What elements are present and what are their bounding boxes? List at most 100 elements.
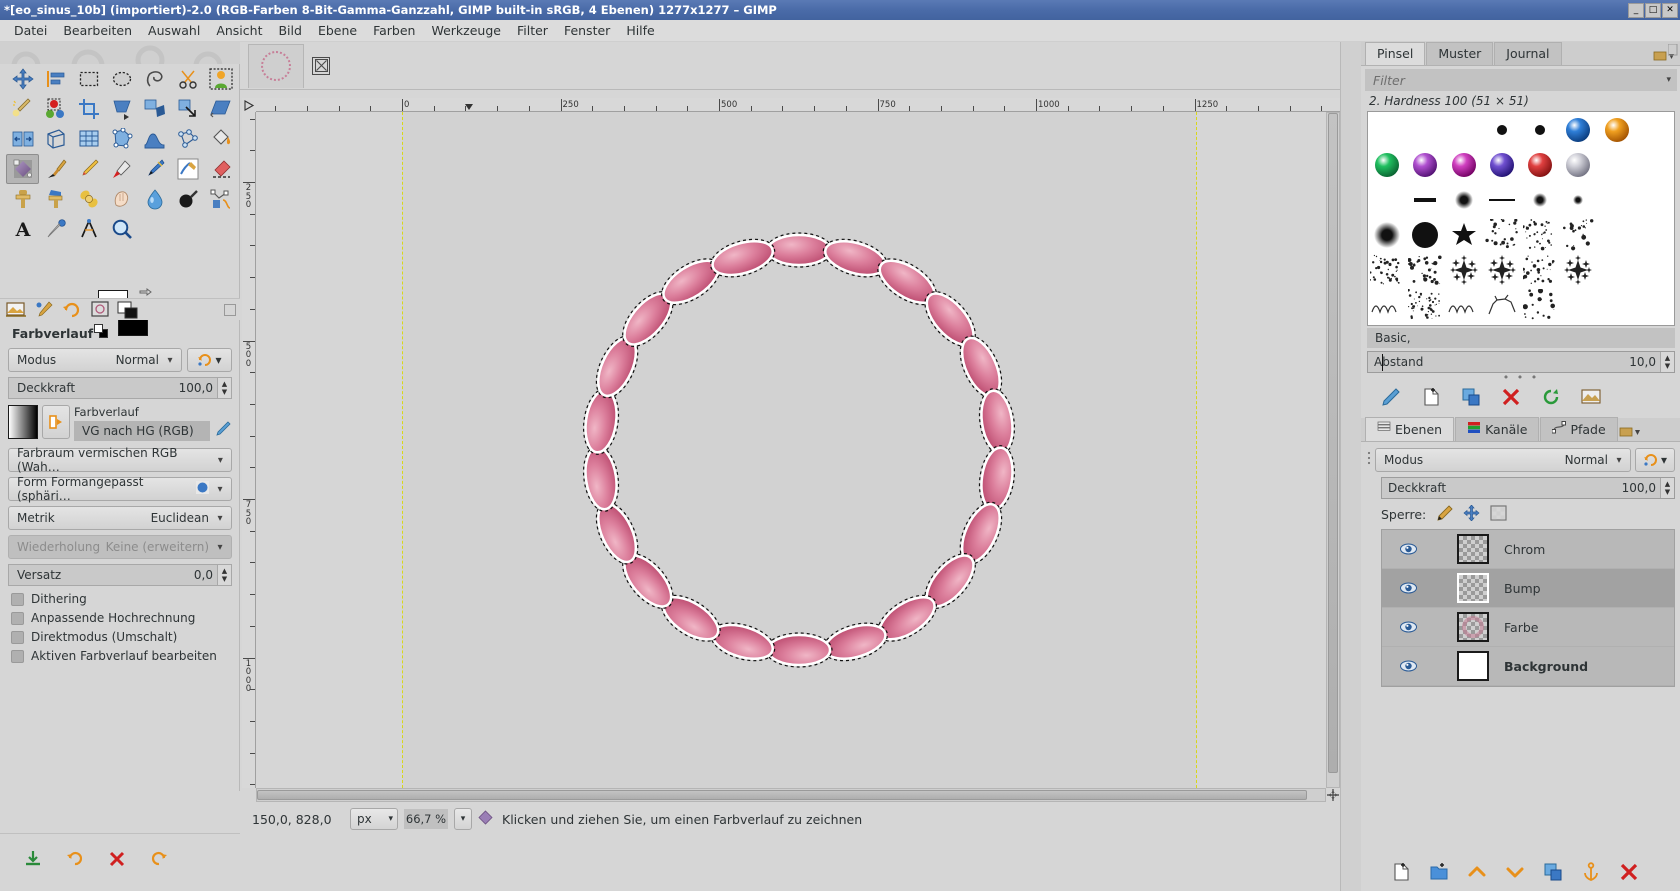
gradient-preview[interactable] (8, 405, 38, 439)
tool-options-grip[interactable] (224, 304, 236, 316)
delete-brush-button[interactable] (1501, 387, 1521, 410)
unit-combo[interactable]: px ▾ (350, 808, 398, 830)
close-image-icon[interactable] (312, 57, 330, 75)
foreground-select-tool[interactable] (204, 64, 237, 94)
brush-cell[interactable] (1406, 147, 1444, 182)
brush-cell[interactable] (1559, 112, 1597, 147)
menu-farben[interactable]: Farben (365, 21, 423, 40)
visibility-icon[interactable] (1400, 660, 1417, 672)
brush-cell[interactable] (1598, 112, 1636, 147)
brush-cell[interactable] (1598, 287, 1636, 322)
shear-tool[interactable] (204, 94, 237, 124)
crop-tool[interactable] (72, 94, 105, 124)
layer-list[interactable]: ChromBumpFarbeBackground (1381, 529, 1675, 687)
brush-cell[interactable] (1368, 182, 1406, 217)
brush-cell[interactable] (1406, 287, 1444, 322)
by-color-select-tool[interactable] (39, 94, 72, 124)
opacity-spinner[interactable]: Deckkraft 100,0 ▲▼ (8, 377, 232, 399)
v-scroll-thumb[interactable] (1328, 113, 1338, 773)
scissors-select-tool[interactable] (171, 64, 204, 94)
brush-cell[interactable] (1406, 217, 1444, 252)
dodge-burn-tool[interactable] (171, 184, 204, 214)
layer-mode-reset-button[interactable]: ▾ (1635, 448, 1675, 472)
unified-transform-tool[interactable] (105, 94, 138, 124)
blur-sharpen-tool[interactable] (138, 184, 171, 214)
h-scroll-thumb[interactable] (257, 790, 1307, 800)
layer-row[interactable]: Bump (1382, 569, 1674, 608)
lower-layer-button[interactable] (1505, 862, 1525, 885)
brush-cell[interactable] (1445, 287, 1483, 322)
brush-cell[interactable] (1559, 252, 1597, 287)
anchor-layer-button[interactable] (1581, 862, 1601, 885)
instant-mode-checkbox[interactable] (11, 631, 24, 644)
shape-combo[interactable]: Form Formangepasst (sphäri… ▾ (8, 477, 232, 501)
brush-cell[interactable] (1483, 147, 1521, 182)
brush-cell[interactable] (1521, 217, 1559, 252)
layer-visibility-toggle[interactable] (1390, 582, 1426, 594)
paintbrush-tool[interactable] (39, 154, 72, 184)
brush-cell[interactable] (1559, 147, 1597, 182)
layers-dock-menu-icon[interactable] (1619, 426, 1641, 441)
ink-tool[interactable] (138, 154, 171, 184)
ellipse-select-tool[interactable] (105, 64, 138, 94)
tab-pfade[interactable]: Pfade (1540, 417, 1617, 441)
layer-row[interactable]: Farbe (1382, 608, 1674, 647)
duplicate-brush-button[interactable] (1461, 387, 1481, 410)
save-tool-preset-button[interactable] (24, 850, 42, 871)
horizontal-ruler[interactable]: 025050075010001250 (256, 98, 1340, 112)
horizontal-scrollbar[interactable] (256, 788, 1326, 802)
new-layer-group-button[interactable] (1429, 862, 1449, 885)
menu-auswahl[interactable]: Auswahl (140, 21, 208, 40)
brush-cell[interactable] (1598, 147, 1636, 182)
lock-alpha-icon[interactable] (1490, 505, 1507, 524)
brush-cell[interactable] (1598, 182, 1636, 217)
modify-active-gradient-checkbox[interactable] (11, 650, 24, 663)
rotate-tool[interactable] (138, 94, 171, 124)
pattern-icon[interactable] (88, 301, 112, 319)
gradient-tool[interactable] (6, 154, 39, 184)
open-brush-as-image-button[interactable] (1581, 387, 1601, 410)
scale-tool[interactable] (171, 94, 204, 124)
layer-name[interactable]: Background (1496, 659, 1588, 674)
opacity-stepper[interactable]: ▲▼ (217, 378, 231, 398)
move-tool[interactable] (6, 64, 39, 94)
rectangle-select-tool[interactable] (72, 64, 105, 94)
zoom-tool[interactable] (105, 214, 138, 244)
brush-cell[interactable] (1368, 147, 1406, 182)
color-picker-tool[interactable] (39, 214, 72, 244)
eraser-tool[interactable] (204, 154, 237, 184)
handle-transform-tool[interactable] (72, 124, 105, 154)
ruler-corner[interactable] (242, 98, 256, 112)
text-tool[interactable]: A (6, 214, 39, 244)
brush-cell[interactable] (1559, 217, 1597, 252)
blend-colorspace-combo[interactable]: Farbraum vermischen RGB (Wah… ▾ (8, 448, 232, 472)
alignment-tool[interactable] (39, 64, 72, 94)
measure-tool[interactable] (72, 214, 105, 244)
brush-filter-input[interactable]: Filter ▾ (1365, 69, 1677, 91)
menu-bearbeiten[interactable]: Bearbeiten (55, 21, 140, 40)
chevron-down-icon[interactable]: ▾ (1666, 75, 1677, 85)
flip-tool[interactable] (6, 124, 39, 154)
dock-resize-grip[interactable] (1668, 44, 1678, 56)
brush-cell[interactable] (1406, 112, 1444, 147)
layer-opacity-stepper[interactable]: ▲▼ (1660, 478, 1674, 498)
menu-filter[interactable]: Filter (509, 21, 556, 40)
brush-cell[interactable] (1559, 287, 1597, 322)
brush-cell[interactable] (1521, 182, 1559, 217)
brush-cell[interactable] (1406, 252, 1444, 287)
menu-ebene[interactable]: Ebene (310, 21, 365, 40)
brush-cell[interactable] (1445, 182, 1483, 217)
brush-cell[interactable] (1483, 182, 1521, 217)
layer-mode-combo[interactable]: Modus Normal ▾ (1375, 448, 1631, 472)
menu-datei[interactable]: Datei (6, 21, 55, 40)
layer-visibility-toggle[interactable] (1390, 621, 1426, 633)
menu-bild[interactable]: Bild (270, 21, 309, 40)
maximize-icon[interactable]: □ (1645, 3, 1661, 18)
brush-cell[interactable] (1483, 217, 1521, 252)
brush-dynamics-icon[interactable] (32, 301, 56, 319)
navigation-preview-button[interactable] (1326, 788, 1340, 802)
visibility-icon[interactable] (1400, 582, 1417, 594)
brush-spacing-row[interactable]: Abstand 10,0 ▲▼ (1367, 351, 1675, 373)
restore-tool-preset-button[interactable] (66, 850, 84, 871)
new-brush-button[interactable] (1421, 387, 1441, 410)
